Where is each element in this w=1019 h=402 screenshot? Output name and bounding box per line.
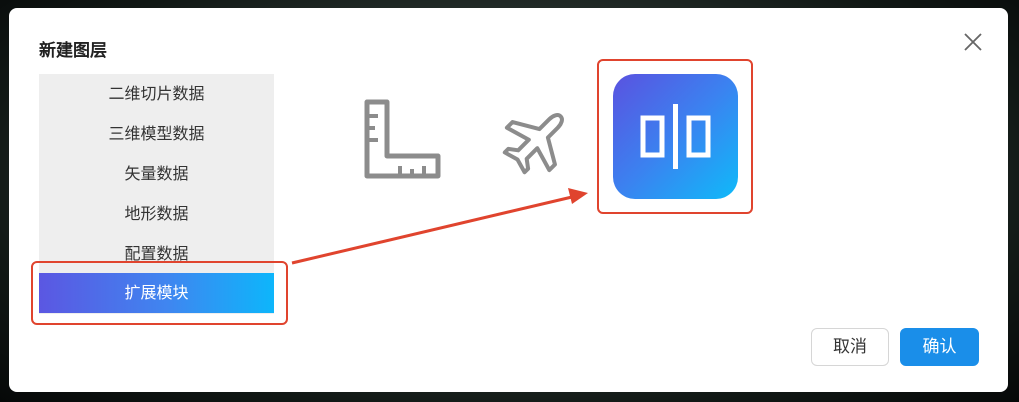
sidebar-item-config[interactable]: 配置数据 — [39, 234, 274, 274]
sidebar-item-terrain[interactable]: 地形数据 — [39, 194, 274, 234]
close-icon[interactable] — [961, 30, 985, 54]
sidebar-item-2d-tiles[interactable]: 二维切片数据 — [39, 74, 274, 114]
sidebar-item-3d-models[interactable]: 三维模型数据 — [39, 114, 274, 154]
sidebar-item-vector[interactable]: 矢量数据 — [39, 154, 274, 194]
airplane-icon[interactable] — [502, 103, 574, 175]
confirm-button[interactable]: 确认 — [900, 328, 979, 366]
ruler-icon[interactable] — [362, 98, 442, 180]
cancel-button[interactable]: 取消 — [811, 328, 889, 366]
layer-type-sidebar: 二维切片数据 三维模型数据 矢量数据 地形数据 配置数据 扩展模块 — [39, 74, 274, 314]
dialog-title: 新建图层 — [39, 41, 107, 61]
sidebar-item-extension[interactable]: 扩展模块 — [39, 273, 274, 313]
split-panel-icon — [640, 104, 711, 169]
extension-module-tile[interactable] — [613, 74, 738, 199]
new-layer-dialog: 新建图层 二维切片数据 三维模型数据 矢量数据 地形数据 配置数据 扩展模块 取… — [9, 8, 1008, 392]
